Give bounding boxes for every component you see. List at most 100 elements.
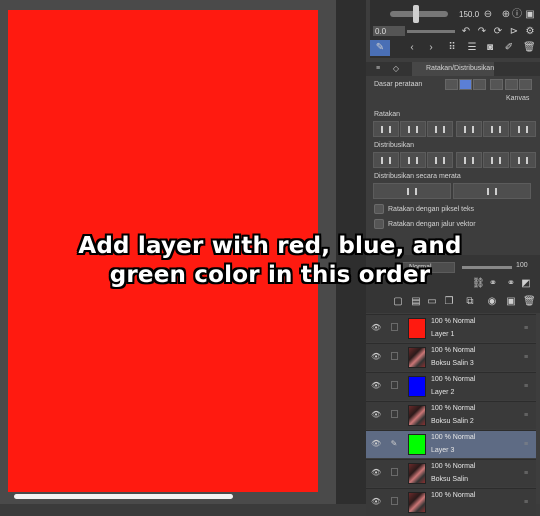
align-base-selection[interactable] — [445, 79, 458, 90]
chevron-right-icon[interactable]: › — [425, 42, 437, 54]
layer-row[interactable]: 👁 100 % Normal ≡ — [366, 488, 536, 516]
list-icon[interactable]: ☰ — [466, 42, 478, 54]
duplicate-layer-icon[interactable]: ❐ — [443, 296, 455, 308]
drag-handle-icon[interactable]: ≡ — [524, 470, 528, 477]
pen-icon: ✎ — [390, 439, 398, 448]
align-base-object[interactable] — [490, 79, 503, 90]
eye-icon[interactable]: 👁 — [371, 440, 381, 448]
layer-name: Layer 1 — [431, 331, 455, 338]
instruction-caption: Add layer with red, blue, and green colo… — [0, 232, 540, 290]
lock-checkbox[interactable] — [391, 352, 398, 360]
distribute-center-v-button[interactable] — [400, 152, 426, 168]
apply-mask-icon[interactable]: ▣ — [505, 296, 517, 308]
align-base-other[interactable] — [519, 79, 532, 90]
distribute-evenly-horizontal-button[interactable] — [453, 183, 531, 199]
opacity-field-value: 0.0 — [375, 27, 387, 36]
distribute-bottom-button[interactable] — [427, 152, 453, 168]
delete-layer-icon[interactable]: 🗑 — [523, 296, 536, 308]
new-folder-icon[interactable]: ▭ — [426, 296, 438, 308]
grid-icon[interactable]: ⠿ — [446, 42, 458, 54]
eyedropper-button[interactable]: ✎ — [370, 40, 390, 56]
caption-line-2: green color in this order — [109, 262, 431, 288]
brush-size-slider-knob[interactable] — [413, 5, 419, 23]
layer-thumbnail — [408, 463, 426, 484]
tab-align-distribute-label: Ratakan/Distribusikan — [426, 65, 495, 72]
eye-icon[interactable]: 👁 — [371, 469, 381, 477]
layer-row[interactable]: 👁 100 % Normal Boksu Salin 3 ≡ — [366, 343, 536, 371]
distribute-center-h-button[interactable] — [483, 152, 509, 168]
align-vector-checkbox[interactable] — [374, 219, 384, 229]
mask-icon[interactable]: ◉ — [486, 296, 498, 308]
align-pixel-checkbox[interactable] — [374, 204, 384, 214]
layer-thumbnail — [408, 347, 426, 368]
rotate-icon[interactable]: ⟳ — [492, 26, 504, 38]
undo-icon[interactable]: ↶ — [460, 26, 472, 38]
lock-checkbox[interactable] — [391, 410, 398, 418]
layer-row[interactable]: 👁 ✎ 100 % Normal Layer 3 ≡ — [366, 430, 536, 458]
layer-row[interactable]: 👁 100 % Normal Layer 2 ≡ — [366, 372, 536, 400]
drag-handle-icon[interactable]: ≡ — [524, 441, 528, 448]
align-base-layer[interactable] — [473, 79, 486, 90]
tab-navigator-icon[interactable]: ◇ — [390, 63, 402, 75]
align-left-button[interactable] — [373, 121, 399, 137]
layer-thumbnail — [408, 492, 426, 513]
lock-checkbox[interactable] — [391, 468, 398, 476]
align-center-v-button[interactable] — [483, 121, 509, 137]
eye-icon[interactable]: 👁 — [371, 382, 381, 390]
new-vector-layer-icon[interactable]: ▤ — [410, 296, 422, 308]
layer-name: Boksu Salin 3 — [431, 360, 474, 367]
info-icon[interactable]: ⓘ — [511, 9, 523, 21]
layer-name: Boksu Salin — [431, 476, 468, 483]
layer-row[interactable]: 👁 100 % Normal Boksu Salin 2 ≡ — [366, 401, 536, 429]
home-indicator — [14, 494, 233, 499]
layer-thumbnail — [408, 376, 426, 397]
align-base-value: Kanvas — [506, 95, 530, 102]
align-bottom-button[interactable] — [510, 121, 536, 137]
drag-handle-icon[interactable]: ≡ — [524, 325, 528, 332]
eye-icon[interactable]: 👁 — [371, 324, 381, 332]
align-top-button[interactable] — [456, 121, 482, 137]
eye-icon[interactable]: 👁 — [371, 498, 381, 506]
distribute-left-button[interactable] — [456, 152, 482, 168]
layer-name: Layer 2 — [431, 389, 455, 396]
layer-row[interactable]: 👁 100 % Normal Layer 1 ≡ — [366, 314, 536, 342]
redo-icon[interactable]: ↷ — [476, 26, 488, 38]
align-right-button[interactable] — [427, 121, 453, 137]
lock-checkbox[interactable] — [391, 323, 398, 331]
drag-handle-icon[interactable]: ≡ — [524, 499, 528, 506]
layer-row[interactable]: 👁 100 % Normal Boksu Salin ≡ — [366, 459, 536, 487]
menu-icon[interactable]: ≡ — [372, 63, 384, 75]
camera-icon[interactable]: ◙ — [484, 42, 496, 54]
align-pixel-label: Ratakan dengan piksel teks — [388, 206, 474, 213]
distribute-right-button[interactable] — [510, 152, 536, 168]
align-base-key-object[interactable] — [505, 79, 518, 90]
drag-handle-icon[interactable]: ≡ — [524, 354, 528, 361]
layer-settings-icon[interactable]: ▣ — [524, 9, 536, 21]
new-raster-layer-icon[interactable]: ▢ — [392, 296, 404, 308]
flip-icon[interactable]: ⊳ — [508, 26, 520, 38]
layer-mode: 100 % Normal — [431, 405, 476, 412]
eye-icon[interactable]: 👁 — [371, 353, 381, 361]
edit-icon[interactable]: ✐ — [503, 42, 515, 54]
settings-icon[interactable]: ⚙ — [524, 26, 536, 38]
align-base-canvas[interactable] — [459, 79, 472, 90]
layer-mode: 100 % Normal — [431, 434, 476, 441]
merge-layer-icon[interactable]: ⧉ — [464, 296, 476, 308]
align-center-h-button[interactable] — [400, 121, 426, 137]
drag-handle-icon[interactable]: ≡ — [524, 383, 528, 390]
distribute-evenly-vertical-button[interactable] — [373, 183, 451, 199]
brush-size-slider[interactable] — [390, 11, 448, 17]
eye-icon[interactable]: 👁 — [371, 411, 381, 419]
opacity-slider[interactable] — [407, 30, 455, 33]
chevron-left-icon[interactable]: ‹ — [406, 42, 418, 54]
drag-handle-icon[interactable]: ≡ — [524, 412, 528, 419]
opacity-field[interactable]: 0.0 — [373, 26, 405, 36]
lock-checkbox[interactable] — [391, 381, 398, 389]
minus-icon[interactable]: ⊖ — [482, 9, 494, 21]
align-base-label: Dasar perataan — [374, 81, 423, 88]
layer-mode: 100 % Normal — [431, 492, 476, 499]
trash-icon[interactable]: 🗑 — [523, 42, 536, 54]
tab-align-distribute[interactable]: Ratakan/Distribusikan — [412, 62, 494, 76]
distribute-top-button[interactable] — [373, 152, 399, 168]
layer-thumbnail — [408, 318, 426, 339]
